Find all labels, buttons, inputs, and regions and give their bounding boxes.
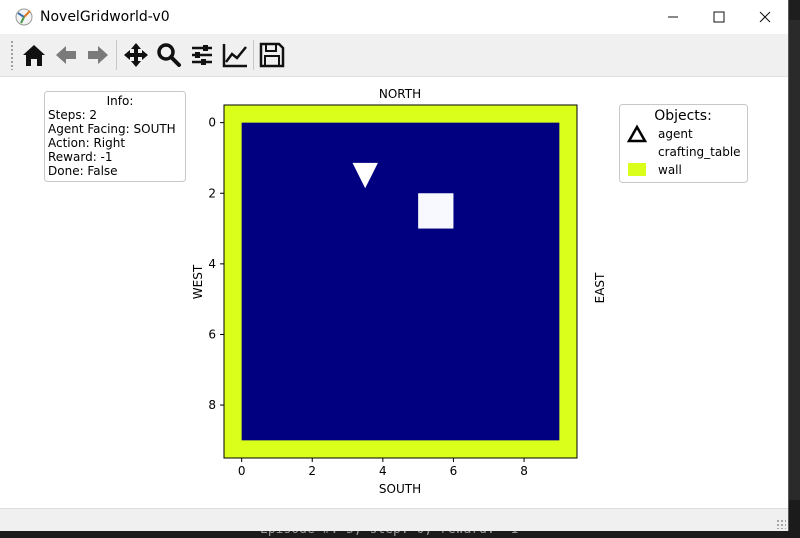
edit-axis-icon	[222, 44, 247, 68]
forward-arrow-icon	[88, 46, 108, 64]
app-icon	[15, 8, 33, 26]
zoom-button[interactable]	[153, 39, 185, 71]
floor-area	[241, 122, 560, 441]
info-action: Action: Right	[48, 136, 125, 150]
legend-crafting-table-label: crafting_table	[658, 145, 741, 159]
home-button[interactable]	[18, 39, 50, 71]
y-tick-label: 8	[208, 398, 216, 412]
x-tick-label: 8	[520, 464, 528, 478]
y-tick-label: 6	[208, 327, 216, 341]
info-agent-facing: Agent Facing: SOUTH	[48, 122, 176, 136]
close-icon	[759, 11, 771, 23]
west-label: WEST	[191, 264, 205, 299]
east-label: EAST	[593, 272, 607, 303]
window-title: NovelGridworld-v0	[40, 9, 170, 25]
info-reward: Reward: -1	[48, 150, 113, 164]
home-icon	[23, 45, 45, 66]
y-tick-label: 2	[208, 186, 216, 200]
legend-wall-label: wall	[658, 163, 682, 177]
maximize-icon	[713, 11, 725, 23]
figure-window: NovelGridworld-v0 Info: Steps: 2 Agent F…	[0, 0, 788, 531]
y-tick-label: 4	[208, 257, 216, 271]
crafting-table	[418, 193, 454, 229]
x-tick-label: 2	[308, 464, 316, 478]
pan-icon	[124, 43, 148, 67]
back-arrow-icon	[56, 46, 76, 64]
forward-button[interactable]	[82, 39, 114, 71]
info-done: Done: False	[48, 164, 118, 178]
north-label: NORTH	[379, 87, 421, 101]
status-bar	[0, 508, 788, 531]
yellow-square-icon	[628, 163, 646, 176]
toolbar-grip[interactable]	[10, 40, 14, 70]
subplots-button[interactable]	[186, 39, 218, 71]
x-axis: 0 2 4 6 8	[238, 458, 528, 478]
toolbar-separator	[253, 40, 254, 70]
legend-title: Objects:	[654, 108, 712, 124]
figure-svg: Info: Steps: 2 Agent Facing: SOUTH Actio…	[44, 87, 748, 496]
legend: Objects: agent crafting_table wall	[619, 104, 748, 183]
zoom-icon	[157, 43, 181, 67]
edit-axis-button[interactable]	[219, 39, 251, 71]
x-tick-label: 4	[379, 464, 387, 478]
legend-agent-label: agent	[658, 127, 693, 141]
x-tick-label: 0	[238, 464, 246, 478]
save-button[interactable]	[256, 39, 288, 71]
pan-button[interactable]	[120, 39, 152, 71]
grid-map	[223, 104, 578, 459]
info-heading: Info:	[107, 94, 134, 108]
minimize-icon	[668, 16, 678, 18]
title-bar[interactable]: NovelGridworld-v0	[0, 0, 788, 34]
y-axis: 0 2 4 6 8	[208, 116, 224, 412]
background-window-edge	[788, 20, 800, 510]
figure-canvas[interactable]: Info: Steps: 2 Agent Facing: SOUTH Actio…	[10, 78, 780, 506]
x-tick-label: 6	[450, 464, 458, 478]
minimize-button[interactable]	[650, 0, 696, 34]
back-button[interactable]	[50, 39, 82, 71]
navigation-toolbar	[0, 34, 788, 77]
save-icon	[259, 42, 285, 68]
info-steps: Steps: 2	[48, 108, 97, 122]
maximize-button[interactable]	[696, 0, 742, 34]
close-button[interactable]	[742, 0, 788, 34]
resize-grip[interactable]	[776, 519, 786, 529]
info-box: Info: Steps: 2 Agent Facing: SOUTH Actio…	[44, 91, 186, 182]
south-label: SOUTH	[379, 482, 421, 496]
toolbar-separator	[116, 40, 117, 70]
y-tick-label: 0	[208, 116, 216, 130]
subplots-icon	[192, 45, 212, 65]
